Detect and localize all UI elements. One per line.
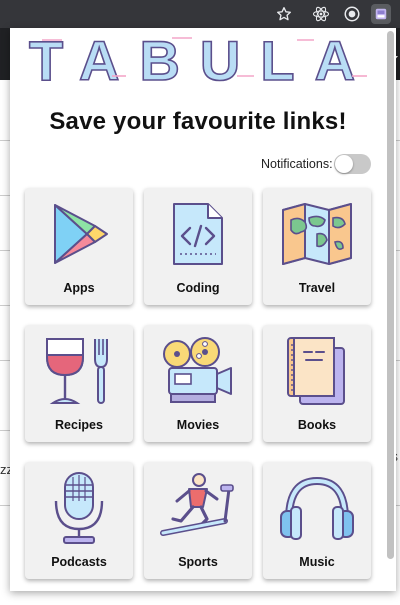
category-label: Coding bbox=[176, 281, 220, 295]
browser-toolbar bbox=[0, 0, 400, 28]
category-card-coding[interactable]: Coding bbox=[144, 188, 252, 305]
notifications-toggle[interactable] bbox=[333, 154, 371, 174]
star-icon[interactable] bbox=[274, 4, 294, 24]
microphone-icon bbox=[39, 468, 119, 548]
film-projector-icon bbox=[158, 331, 238, 411]
category-card-apps[interactable]: Apps bbox=[25, 188, 133, 305]
category-label: Books bbox=[297, 418, 337, 432]
wine-fork-icon bbox=[39, 331, 119, 411]
category-label: Sports bbox=[178, 555, 218, 569]
category-label: Podcasts bbox=[51, 555, 107, 569]
tabula-popup: TABULA Save your favourite links! Notifi… bbox=[10, 28, 396, 591]
category-card-books[interactable]: Books bbox=[263, 325, 371, 442]
notifications-label: Notifications: bbox=[261, 157, 333, 171]
category-label: Apps bbox=[63, 281, 95, 295]
play-store-icon bbox=[39, 194, 119, 274]
category-card-sports[interactable]: Sports bbox=[144, 462, 252, 579]
category-grid: Apps Coding Travel Recipes Movies Books … bbox=[25, 188, 372, 581]
category-card-recipes[interactable]: Recipes bbox=[25, 325, 133, 442]
target-icon[interactable] bbox=[342, 4, 362, 24]
toggle-knob bbox=[334, 155, 353, 173]
books-icon bbox=[277, 331, 357, 411]
logo-wordmark: TABULA bbox=[29, 30, 375, 84]
headphones-icon bbox=[277, 468, 357, 548]
category-card-podcasts[interactable]: Podcasts bbox=[25, 462, 133, 579]
category-card-music[interactable]: Music bbox=[263, 462, 371, 579]
code-file-icon bbox=[158, 194, 238, 274]
category-label: Travel bbox=[298, 281, 336, 295]
map-icon bbox=[277, 194, 357, 274]
tabula-extension-icon[interactable] bbox=[371, 4, 391, 24]
category-label: Music bbox=[299, 555, 335, 569]
category-card-travel[interactable]: Travel bbox=[263, 188, 371, 305]
page-title: Save your favourite links! bbox=[49, 108, 347, 135]
scrollbar-thumb[interactable] bbox=[387, 31, 394, 559]
category-label: Movies bbox=[176, 418, 220, 432]
treadmill-runner-icon bbox=[158, 468, 238, 548]
category-label: Recipes bbox=[55, 418, 103, 432]
notifications-setting: Notifications: bbox=[261, 154, 371, 174]
react-icon[interactable] bbox=[311, 4, 331, 24]
tabula-logo: TABULA bbox=[28, 30, 375, 84]
category-card-movies[interactable]: Movies bbox=[144, 325, 252, 442]
